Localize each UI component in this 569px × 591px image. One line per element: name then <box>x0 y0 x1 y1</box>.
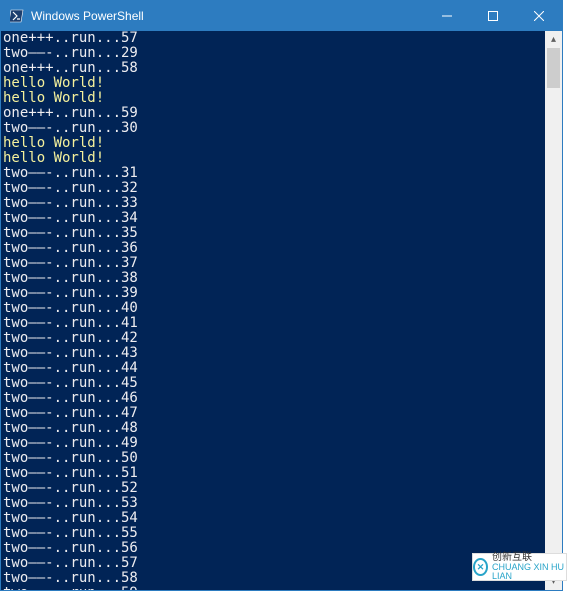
window-title: Windows PowerShell <box>31 9 144 23</box>
powershell-window: Windows PowerShell one+++..run...57two——… <box>0 0 563 591</box>
scroll-track[interactable] <box>545 48 562 573</box>
console-line: two——-..run...44 <box>3 361 543 376</box>
minimize-button[interactable] <box>424 1 470 31</box>
scroll-up-button[interactable]: ▴ <box>545 31 562 48</box>
console-line: one+++..run...58 <box>3 61 543 76</box>
console-line: two——-..run...55 <box>3 526 543 541</box>
console-line: two——-..run...34 <box>3 211 543 226</box>
console-line: two——-..run...58 <box>3 571 543 586</box>
console-line: two——-..run...42 <box>3 331 543 346</box>
console-line: two——-..run...40 <box>3 301 543 316</box>
console-line: hello World! <box>3 136 543 151</box>
console-line: two——-..run...49 <box>3 436 543 451</box>
watermark-icon: ✕ <box>473 558 488 576</box>
console-output[interactable]: one+++..run...57two——-..run...29one+++..… <box>1 31 545 590</box>
console-line: hello World! <box>3 151 543 166</box>
console-line: two——-..run...45 <box>3 376 543 391</box>
console-line: two——-..run...59 <box>3 586 543 590</box>
console-line: two——-..run...41 <box>3 316 543 331</box>
client-area: one+++..run...57two——-..run...29one+++..… <box>1 31 562 590</box>
close-button[interactable] <box>516 1 562 31</box>
console-line: two——-..run...43 <box>3 346 543 361</box>
console-line: two——-..run...35 <box>3 226 543 241</box>
console-line: one+++..run...59 <box>3 106 543 121</box>
console-line: two——-..run...50 <box>3 451 543 466</box>
console-line: two——-..run...47 <box>3 406 543 421</box>
scroll-thumb[interactable] <box>547 48 560 88</box>
console-line: hello World! <box>3 76 543 91</box>
vertical-scrollbar[interactable]: ▴ ▾ <box>545 31 562 590</box>
console-line: two——-..run...53 <box>3 496 543 511</box>
console-line: hello World! <box>3 91 543 106</box>
console-line: two——-..run...33 <box>3 196 543 211</box>
console-line: two——-..run...57 <box>3 556 543 571</box>
watermark-badge: ✕ 创新互联 CHUANG XIN HU LIAN <box>472 553 567 581</box>
console-line: two——-..run...48 <box>3 421 543 436</box>
console-line: two——-..run...52 <box>3 481 543 496</box>
console-line: two——-..run...37 <box>3 256 543 271</box>
console-line: two——-..run...36 <box>3 241 543 256</box>
watermark-en: CHUANG XIN HU LIAN <box>492 563 566 581</box>
console-line: two——-..run...30 <box>3 121 543 136</box>
titlebar[interactable]: Windows PowerShell <box>1 1 562 31</box>
powershell-icon <box>9 8 25 24</box>
console-line: two——-..run...54 <box>3 511 543 526</box>
console-line: two——-..run...29 <box>3 46 543 61</box>
console-line: two——-..run...46 <box>3 391 543 406</box>
console-line: two——-..run...51 <box>3 466 543 481</box>
console-line: two——-..run...38 <box>3 271 543 286</box>
console-line: two——-..run...56 <box>3 541 543 556</box>
console-line: two——-..run...39 <box>3 286 543 301</box>
console-line: two——-..run...32 <box>3 181 543 196</box>
maximize-button[interactable] <box>470 1 516 31</box>
console-line: one+++..run...57 <box>3 31 543 46</box>
console-line: two——-..run...31 <box>3 166 543 181</box>
